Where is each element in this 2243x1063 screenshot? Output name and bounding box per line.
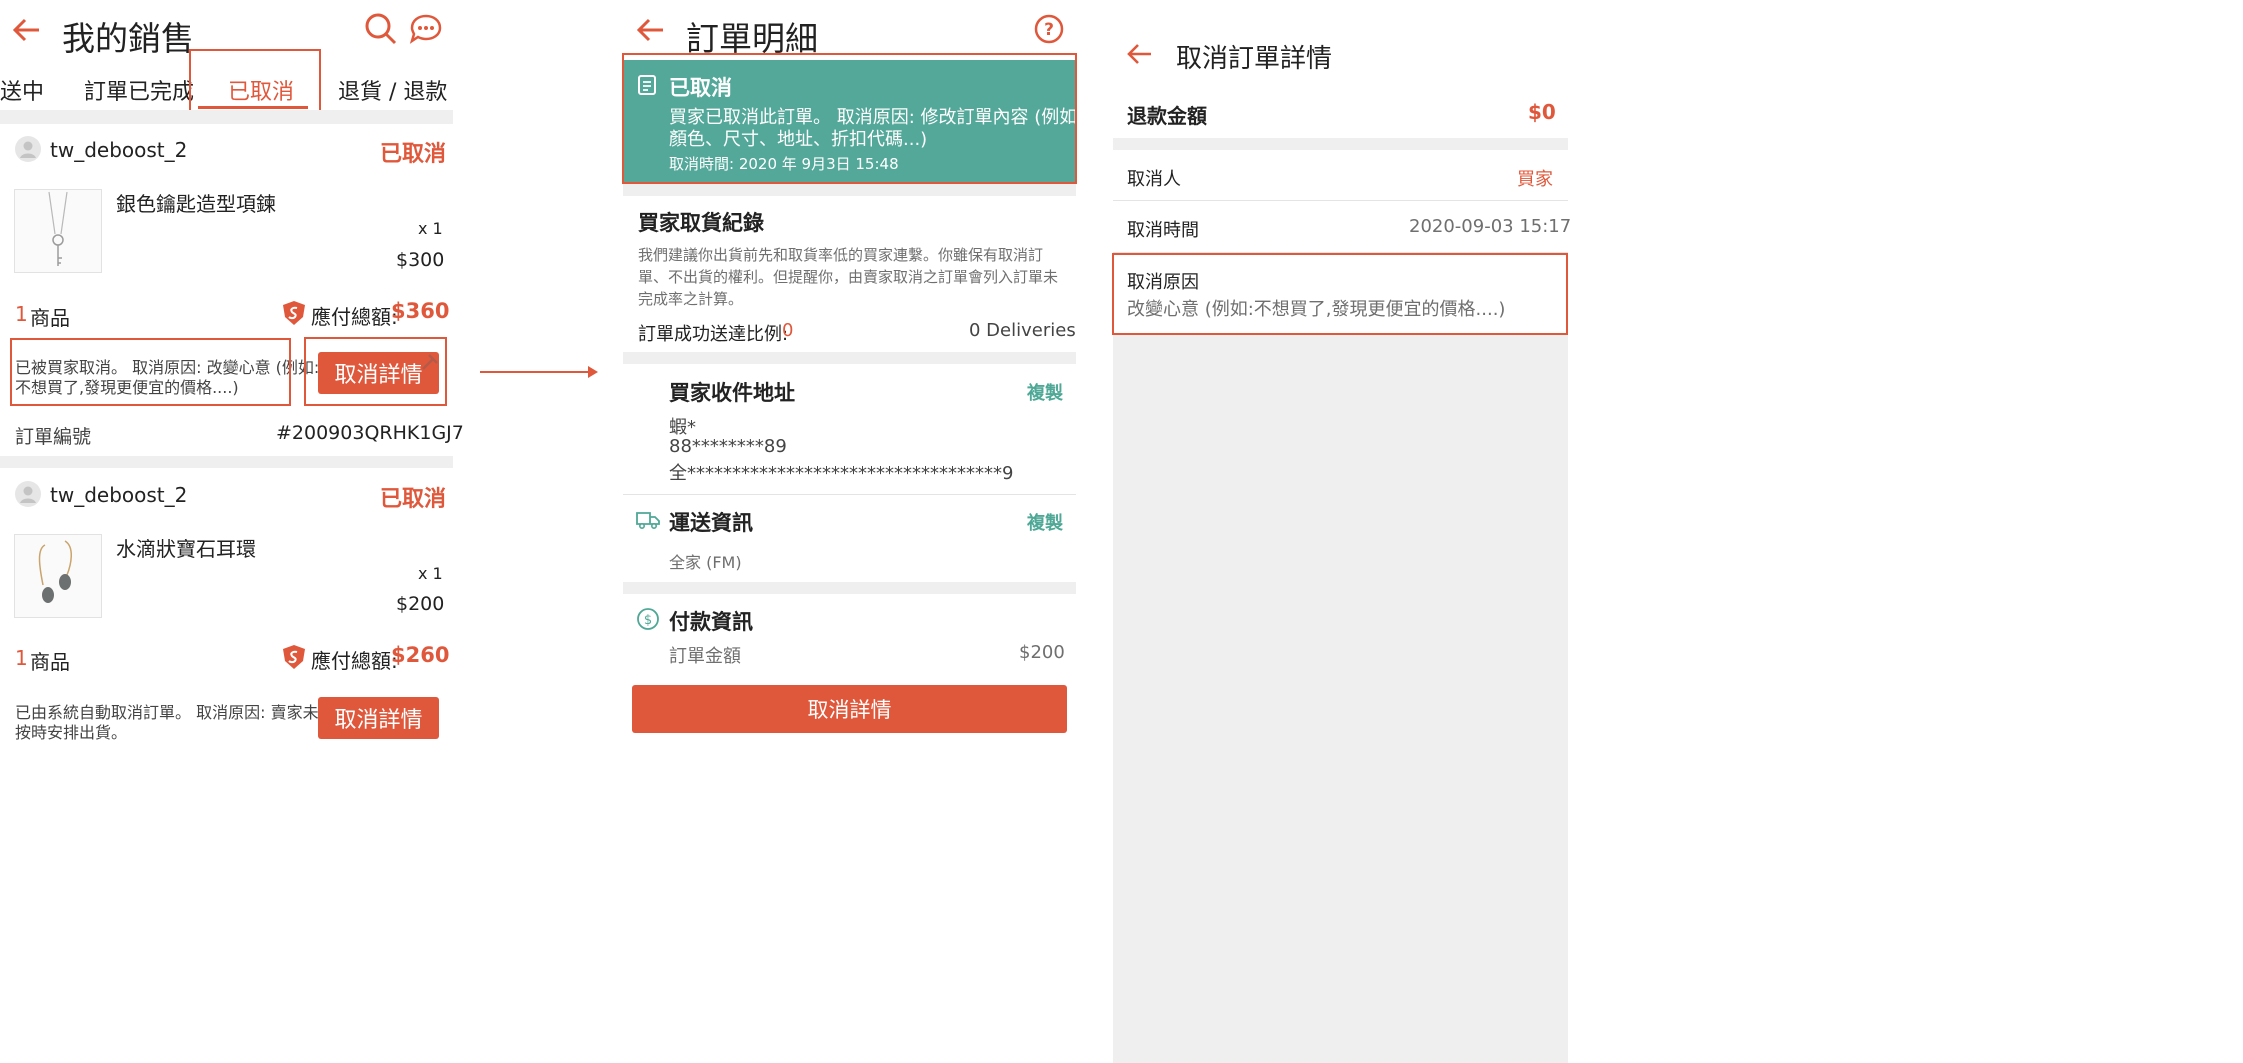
cancel-detail-button[interactable]: 取消詳情 bbox=[318, 697, 439, 739]
total-amount: $360 bbox=[391, 299, 450, 323]
tab-return-refund[interactable]: 退貨 / 退款 bbox=[338, 74, 447, 106]
total-label: 應付總額: bbox=[311, 305, 398, 329]
pickup-record-line-2: 單、不出貨的權利。但提醒你，由賣家取消之訂單會列入訂單未 bbox=[638, 268, 1059, 286]
avatar-icon bbox=[15, 481, 41, 507]
product-image[interactable] bbox=[14, 189, 102, 273]
chat-icon[interactable] bbox=[408, 12, 444, 46]
product-name[interactable]: 銀色鑰匙造型項鍊 bbox=[116, 188, 276, 217]
deliveries-count: 0 Deliveries bbox=[969, 320, 1076, 341]
order-amount: $200 bbox=[1019, 642, 1065, 663]
shop-name[interactable]: tw_deboost_2 bbox=[50, 138, 187, 162]
shield-icon bbox=[283, 301, 305, 325]
highlight-box-reason bbox=[1112, 253, 1568, 335]
item-count: 1 bbox=[15, 302, 28, 326]
delivery-ratio-value: 0 bbox=[782, 320, 794, 341]
order-amount-label: 訂單金額 bbox=[669, 646, 741, 667]
help-icon[interactable]: ? bbox=[1034, 14, 1064, 44]
avatar-icon bbox=[15, 136, 41, 162]
divider-band bbox=[623, 352, 1076, 364]
item-unit: 商品 bbox=[30, 650, 70, 674]
refund-label: 退款金額 bbox=[1127, 104, 1207, 128]
order-status: 已取消 bbox=[380, 487, 447, 512]
divider-line bbox=[623, 494, 1076, 495]
cancelled-by-label: 取消人 bbox=[1127, 169, 1181, 190]
back-arrow-icon[interactable] bbox=[636, 16, 666, 44]
order-status: 已取消 bbox=[380, 142, 447, 167]
cancel-note-line-2: 按時安排出貨。 bbox=[15, 723, 128, 742]
flow-arrow-icon bbox=[480, 366, 598, 378]
page-title: 取消訂單詳情 bbox=[1176, 44, 1333, 74]
page-title: 我的銷售 bbox=[62, 19, 194, 58]
item-unit: 商品 bbox=[30, 306, 70, 330]
total-label: 應付總額: bbox=[311, 649, 398, 673]
product-price: $300 bbox=[396, 249, 445, 271]
divider-band bbox=[623, 184, 1076, 196]
shipping-title: 運送資訊 bbox=[669, 511, 753, 535]
highlight-box-button bbox=[304, 337, 447, 406]
shipping-method: 全家 (FM) bbox=[669, 553, 742, 572]
divider-line bbox=[1113, 200, 1568, 201]
tab-completed[interactable]: 訂單已完成 bbox=[84, 74, 194, 106]
copy-shipping-button[interactable]: 複製 bbox=[1027, 509, 1063, 535]
cancelled-by-value: 買家 bbox=[1517, 169, 1553, 190]
order-number-label: 訂單編號 bbox=[15, 426, 92, 448]
back-arrow-icon[interactable] bbox=[1127, 42, 1153, 66]
delivery-ratio-label: 訂單成功送達比例: bbox=[638, 324, 789, 345]
search-icon[interactable] bbox=[364, 12, 398, 46]
copy-address-button[interactable]: 複製 bbox=[1027, 379, 1063, 405]
highlight-box-cancel-note bbox=[10, 338, 291, 406]
tab-shipping[interactable]: 送中 bbox=[0, 74, 44, 106]
total-amount: $260 bbox=[391, 643, 450, 667]
order-number: #200903QRHK1GJ7 bbox=[276, 422, 464, 444]
item-count: 1 bbox=[15, 646, 28, 670]
necklace-image-icon bbox=[48, 191, 68, 266]
divider-band bbox=[623, 582, 1076, 594]
pickup-record-line-1: 我們建議你出貨前先和取貨率低的買家連繫。你雖保有取消訂 bbox=[638, 246, 1044, 264]
highlight-box-banner bbox=[622, 53, 1077, 184]
truck-icon bbox=[636, 512, 660, 530]
recipient-phone: 88********89 bbox=[669, 436, 787, 457]
recipient-address: 全***********************************9 bbox=[669, 463, 1014, 484]
shop-name[interactable]: tw_deboost_2 bbox=[50, 483, 187, 507]
highlight-box-tab bbox=[189, 49, 321, 119]
product-qty: x 1 bbox=[418, 219, 443, 238]
product-name[interactable]: 水滴狀寶石耳環 bbox=[116, 533, 256, 562]
payment-title: 付款資訊 bbox=[669, 610, 753, 634]
shield-icon bbox=[283, 645, 305, 669]
product-price: $200 bbox=[396, 593, 445, 615]
pickup-record-line-3: 完成率之計算。 bbox=[638, 290, 744, 308]
back-arrow-icon[interactable] bbox=[12, 16, 42, 44]
earring-image-icon bbox=[38, 540, 72, 603]
cancel-detail-button[interactable]: 取消詳情 bbox=[632, 685, 1067, 733]
product-image[interactable] bbox=[14, 534, 102, 618]
pickup-record-title: 買家取貨紀錄 bbox=[638, 211, 764, 235]
product-qty: x 1 bbox=[418, 564, 443, 583]
divider-band bbox=[0, 110, 453, 124]
svg-text:$: $ bbox=[644, 613, 652, 628]
refund-amount: $0 bbox=[1528, 100, 1556, 124]
dollar-icon: $ bbox=[637, 608, 659, 630]
cancel-time-value: 2020-09-03 15:17 bbox=[1409, 216, 1572, 237]
cancel-time-label: 取消時間 bbox=[1127, 220, 1199, 241]
address-title: 買家收件地址 bbox=[669, 381, 795, 405]
svg-text:?: ? bbox=[1044, 20, 1054, 40]
divider-band bbox=[0, 456, 453, 468]
